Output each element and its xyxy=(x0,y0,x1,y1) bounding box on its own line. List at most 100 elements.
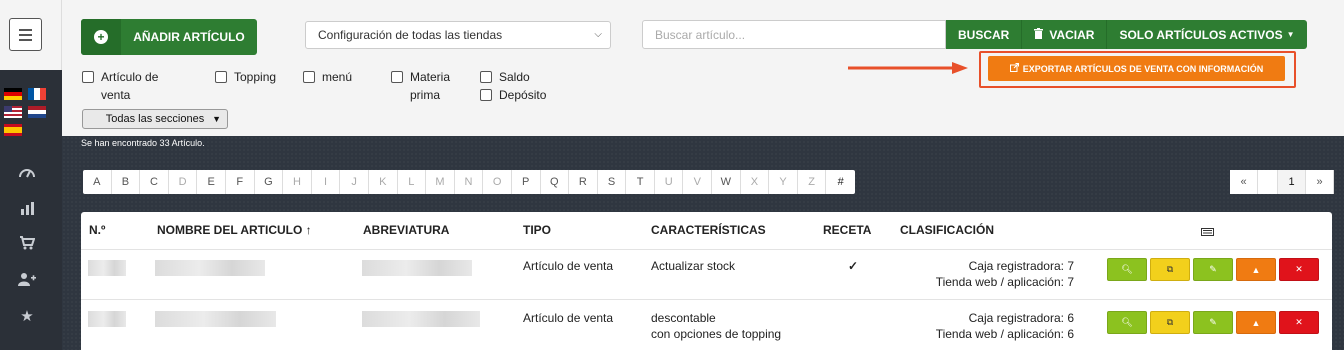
pencil-icon: ✎ xyxy=(1209,264,1217,274)
letter-filter-q[interactable]: Q xyxy=(541,170,570,194)
copy-button[interactable]: ⧉ xyxy=(1150,258,1190,281)
lock-icon: ▲ xyxy=(1251,317,1261,328)
checkbox[interactable] xyxy=(82,71,94,83)
redacted-number xyxy=(88,311,126,327)
letter-filter-k[interactable]: K xyxy=(369,170,398,194)
col-number[interactable]: N.º xyxy=(89,223,105,237)
pencil-icon: ✎ xyxy=(1209,317,1217,327)
letter-filter-b[interactable]: B xyxy=(112,170,141,194)
row-actions: 🔍︎ ⧉ ✎ ▲ ✕ xyxy=(1107,311,1319,334)
pager-spacer xyxy=(1258,170,1278,194)
next-page-button[interactable]: » xyxy=(1306,170,1334,194)
checkbox[interactable] xyxy=(215,71,227,83)
edit-button[interactable]: ✎ xyxy=(1193,311,1233,334)
col-name[interactable]: NOMBRE DEL ARTICULO ↑ xyxy=(157,223,312,237)
flag-fr-icon[interactable] xyxy=(28,88,46,100)
col-classification[interactable]: CLASIFICACIÓN xyxy=(900,223,994,237)
col-recipe[interactable]: RECETA xyxy=(823,223,871,237)
letter-filter-h[interactable]: H xyxy=(283,170,312,194)
filter-sale-item[interactable]: Artículo de venta xyxy=(82,68,158,104)
search-icon: 🔍︎ xyxy=(1121,264,1133,274)
row-type: Artículo de venta xyxy=(523,311,614,325)
checkbox[interactable] xyxy=(480,89,492,101)
chevron-down-icon: ⌵ xyxy=(594,29,602,40)
letter-filter-hash[interactable]: # xyxy=(826,170,855,194)
letter-filter-j[interactable]: J xyxy=(340,170,369,194)
delete-button[interactable]: ✕ xyxy=(1279,258,1319,281)
letter-filter-x[interactable]: X xyxy=(741,170,770,194)
recipe-check-icon: ✓ xyxy=(848,259,859,273)
letter-filter-i[interactable]: I xyxy=(312,170,341,194)
filter-topping[interactable]: Topping xyxy=(215,68,276,86)
copy-icon: ⧉ xyxy=(1166,264,1174,274)
redacted-name xyxy=(155,311,276,327)
letter-filter-n[interactable]: N xyxy=(455,170,484,194)
letter-filter-d[interactable]: D xyxy=(169,170,198,194)
letter-filter-e[interactable]: E xyxy=(197,170,226,194)
chart-icon[interactable] xyxy=(17,201,37,219)
add-user-icon[interactable] xyxy=(17,272,37,290)
flag-us-icon[interactable] xyxy=(4,106,22,118)
letter-filter-g[interactable]: G xyxy=(255,170,284,194)
view-button[interactable]: 🔍︎ xyxy=(1107,311,1147,334)
prev-page-button[interactable]: « xyxy=(1230,170,1258,194)
filter-menu[interactable]: menú xyxy=(303,68,352,86)
dashboard-icon[interactable] xyxy=(17,165,37,183)
letter-filter-z[interactable]: Z xyxy=(798,170,827,194)
export-sale-items-button[interactable]: EXPORTAR ARTÍCULOS DE VENTA CON INFORMAC… xyxy=(988,56,1285,81)
row-type: Artículo de venta xyxy=(523,259,614,273)
toolbar-panel: + AÑADIR ARTÍCULO Configuración de todas… xyxy=(62,0,1344,136)
flag-de-icon[interactable] xyxy=(4,88,22,100)
sections-select[interactable]: Todas las secciones ▼ xyxy=(82,109,228,129)
content-area: Se han encontrado 33 Artículo. ABCDEFGHI… xyxy=(62,136,1344,350)
delete-button[interactable]: ✕ xyxy=(1279,311,1319,334)
filter-raw-material[interactable]: Materia prima xyxy=(391,68,450,104)
pagination: « 1 » xyxy=(1230,170,1334,194)
search-input[interactable] xyxy=(642,20,946,49)
clear-button[interactable]: VACIAR xyxy=(1021,20,1107,49)
letter-filter-v[interactable]: V xyxy=(683,170,713,194)
letter-filter-y[interactable]: Y xyxy=(769,170,798,194)
letter-filter-c[interactable]: C xyxy=(140,170,169,194)
col-abbreviation[interactable]: ABREVIATURA xyxy=(363,223,449,237)
flag-nl-icon[interactable] xyxy=(28,106,46,118)
letter-filter-o[interactable]: O xyxy=(483,170,512,194)
active-only-dropdown[interactable]: SOLO ARTÍCULOS ACTIVOS ▼ xyxy=(1106,20,1307,49)
letter-filter-f[interactable]: F xyxy=(226,170,255,194)
letter-filter-m[interactable]: M xyxy=(426,170,455,194)
letter-filter-w[interactable]: W xyxy=(712,170,741,194)
redacted-abbreviation xyxy=(362,260,472,276)
col-features[interactable]: CARACTERÍSTICAS xyxy=(651,223,766,237)
letter-filter-r[interactable]: R xyxy=(569,170,598,194)
view-button[interactable]: 🔍︎ xyxy=(1107,258,1147,281)
edit-button[interactable]: ✎ xyxy=(1193,258,1233,281)
search-button[interactable]: BUSCAR xyxy=(946,20,1022,49)
filter-deposit[interactable]: Depósito xyxy=(480,86,546,104)
letter-filter-p[interactable]: P xyxy=(512,170,541,194)
copy-button[interactable]: ⧉ xyxy=(1150,311,1190,334)
page-1-button[interactable]: 1 xyxy=(1278,170,1306,194)
letter-filter-l[interactable]: L xyxy=(398,170,427,194)
flag-es-icon[interactable] xyxy=(4,124,22,136)
letter-filter-s[interactable]: S xyxy=(598,170,627,194)
header-divider xyxy=(81,249,1332,250)
letter-filter-a[interactable]: A xyxy=(83,170,112,194)
checkbox[interactable] xyxy=(303,71,315,83)
letter-filter-u[interactable]: U xyxy=(655,170,684,194)
row-features: Actualizar stock xyxy=(651,259,736,273)
hamburger-icon[interactable] xyxy=(9,18,42,51)
sidebar-header xyxy=(0,0,62,70)
lock-button[interactable]: ▲ xyxy=(1236,311,1276,334)
col-type[interactable]: TIPO xyxy=(523,223,551,237)
filter-balance[interactable]: Saldo xyxy=(480,68,530,86)
lock-button[interactable]: ▲ xyxy=(1236,258,1276,281)
checkbox[interactable] xyxy=(480,71,492,83)
letter-filter-t[interactable]: T xyxy=(626,170,655,194)
checkbox[interactable] xyxy=(391,71,403,83)
cart-icon[interactable] xyxy=(17,236,37,254)
star-icon[interactable]: ★ xyxy=(17,308,37,326)
store-config-select[interactable]: Configuración de todas las tiendas ⌵ xyxy=(305,21,611,49)
sidebar: ★ xyxy=(0,0,62,350)
row-divider xyxy=(81,299,1332,300)
add-article-button[interactable]: + AÑADIR ARTÍCULO xyxy=(81,19,257,55)
